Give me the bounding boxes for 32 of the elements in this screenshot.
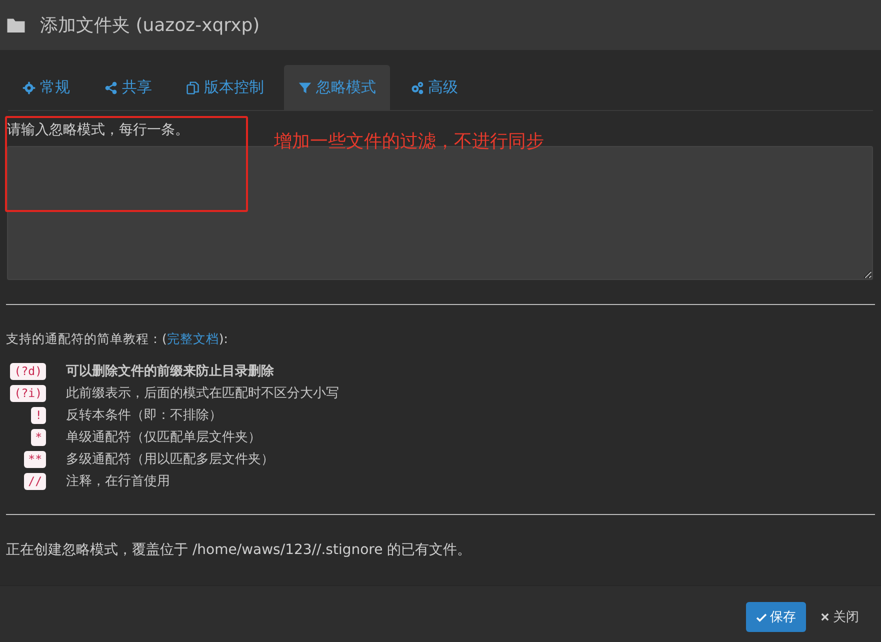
share-icon: [104, 80, 118, 94]
tab[interactable]: 版本控制: [172, 65, 278, 110]
check-icon: [756, 612, 767, 622]
field-label: 请输入忽略模式，每行一条。: [7, 121, 189, 140]
close-icon: [820, 612, 830, 622]
filter-icon: [298, 80, 312, 94]
pattern-description: 单级通配符（仅匹配单层文件夹）: [66, 429, 262, 446]
save-button[interactable]: 保存: [746, 602, 806, 632]
pattern-code: !: [31, 406, 46, 424]
close-button[interactable]: 关闭: [810, 602, 869, 632]
pattern-description: 注释，在行首使用: [66, 473, 171, 490]
gear-icon: [22, 80, 36, 94]
annotation-text: 增加一些文件的过滤，不进行同步: [274, 130, 544, 153]
tab[interactable]: 高级: [396, 65, 472, 110]
pattern-code: *: [31, 428, 46, 446]
pattern-code: (?d): [10, 362, 46, 380]
pattern-description: 可以删除文件的前缀来防止目录删除: [66, 362, 275, 380]
notice-text: 正在创建忽略模式，覆盖位于 /home/waws/123//.stignore 的已有文件。: [6, 541, 472, 559]
pattern-description: 反转本条件（即：不排除）: [66, 407, 223, 424]
window-title: 添加文件夹 (uazoz-xqrxp): [40, 14, 260, 37]
tab[interactable]: 共享: [90, 65, 166, 110]
pattern-description: 多级通配符（用以匹配多层文件夹）: [66, 451, 275, 468]
gears-icon: [410, 80, 424, 94]
copy-icon: [186, 80, 200, 94]
pattern-code: (?i): [10, 384, 46, 402]
tutorial-text: 支持的通配符的简单教程：(完整文档):: [6, 331, 229, 348]
pattern-code: //: [24, 472, 46, 490]
tab[interactable]: 忽略模式: [284, 65, 390, 110]
tab[interactable]: 常规: [8, 65, 84, 110]
pattern-code: **: [24, 450, 46, 468]
pattern-description: 此前缀表示，后面的模式在匹配时不区分大小写: [66, 385, 340, 402]
docs-link[interactable]: 完整文档: [166, 331, 219, 346]
